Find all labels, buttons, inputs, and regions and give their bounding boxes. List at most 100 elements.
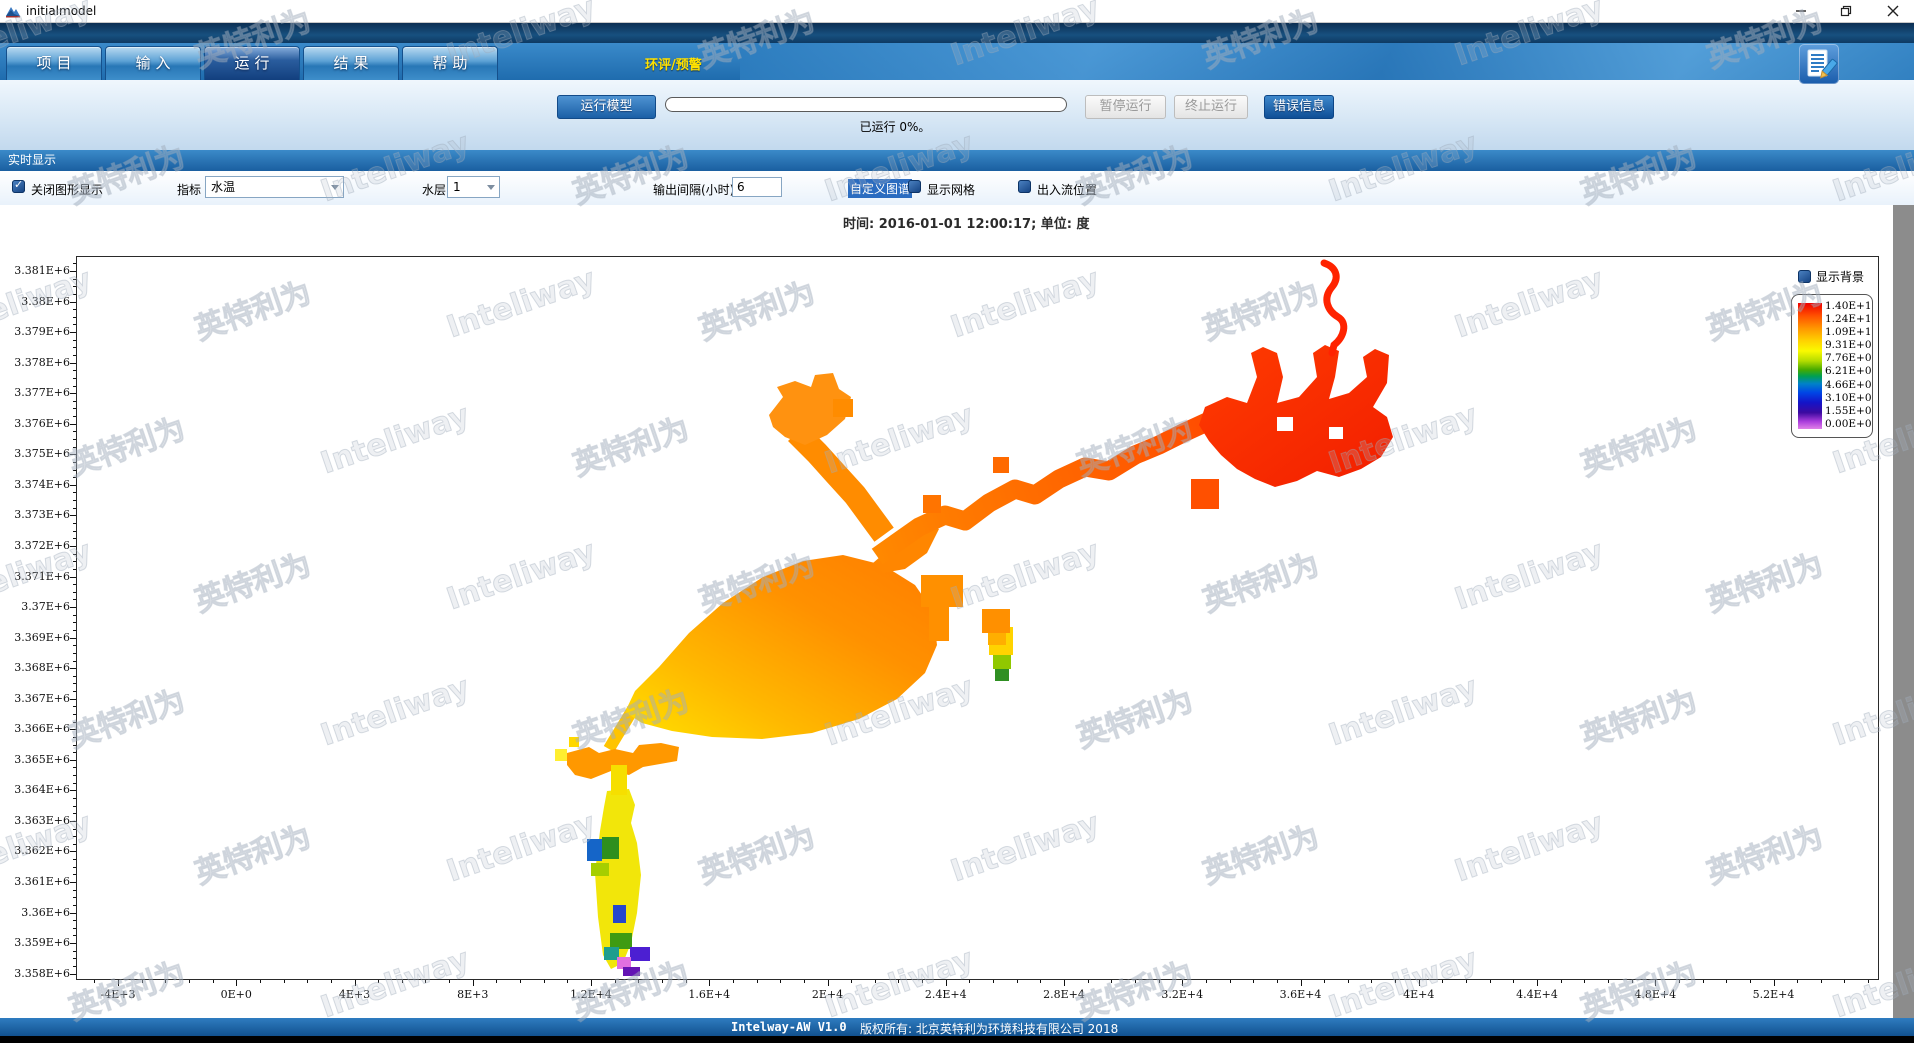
legend-value: 1.24E+1	[1825, 313, 1872, 326]
tick-mark	[73, 538, 76, 539]
y-tick-label: 3.373E+6	[2, 508, 70, 521]
tick-mark	[73, 783, 76, 784]
menu-tab-4[interactable]: 结果	[303, 46, 399, 80]
tick-mark	[73, 722, 76, 723]
tick-mark	[70, 424, 76, 425]
run-model-button[interactable]: 运行模型	[557, 95, 656, 119]
tick-mark	[73, 447, 76, 448]
tick-mark	[1277, 980, 1278, 983]
run-toolbar: 运行模型 已运行 0%。 暂停运行 终止运行 错误信息	[0, 80, 1914, 150]
tick-mark	[70, 638, 76, 639]
show-grid-checkbox[interactable]	[908, 180, 921, 193]
right-gray-strip	[1893, 205, 1914, 1018]
run-status-text: 已运行 0%。	[790, 118, 1000, 135]
pause-run-button[interactable]: 暂停运行	[1085, 95, 1166, 119]
title-bar: initialmodel	[0, 0, 1914, 23]
tick-mark	[496, 980, 497, 983]
layer-select[interactable]: 1	[447, 176, 500, 198]
tick-mark	[73, 286, 76, 287]
tick-mark	[425, 980, 426, 983]
y-tick-label: 3.375E+6	[2, 447, 70, 460]
menu-tab-1[interactable]: 项目	[6, 46, 102, 80]
menu-tab-5[interactable]: 帮助	[402, 46, 498, 80]
tick-mark	[70, 454, 76, 455]
tick-mark	[70, 485, 76, 486]
custom-spectrum-button[interactable]: 自定义图谱	[848, 179, 912, 198]
tick-mark	[73, 905, 76, 906]
tick-mark	[142, 980, 143, 983]
tick-mark	[70, 699, 76, 700]
tick-mark	[165, 980, 166, 983]
tick-mark	[709, 980, 710, 986]
notes-edit-icon[interactable]	[1799, 44, 1839, 84]
restore-button[interactable]	[1831, 0, 1861, 21]
menu-bar: 项目输入运行结果帮助 环评/预警	[0, 43, 1914, 80]
close-button[interactable]	[1878, 0, 1908, 21]
tab-env-warning[interactable]: 环评/预警	[645, 54, 702, 73]
tick-mark	[284, 980, 285, 983]
tick-mark	[70, 515, 76, 516]
tick-mark	[1466, 980, 1467, 983]
tick-mark	[73, 920, 76, 921]
legend-value: 3.10E+0	[1825, 392, 1872, 405]
tick-mark	[73, 958, 76, 959]
tick-mark	[73, 966, 76, 967]
temperature-map	[77, 257, 1878, 979]
tick-mark	[73, 508, 76, 509]
tick-mark	[615, 980, 616, 983]
tick-mark	[520, 980, 521, 983]
tick-mark	[73, 645, 76, 646]
tick-mark	[213, 980, 214, 983]
tick-mark	[73, 706, 76, 707]
tick-mark	[757, 980, 758, 983]
flow-position-checkbox[interactable]	[1018, 180, 1031, 193]
tick-mark	[1017, 980, 1018, 983]
stop-run-button[interactable]: 终止运行	[1174, 95, 1248, 119]
tick-mark	[73, 401, 76, 402]
tick-mark	[70, 882, 76, 883]
tick-mark	[70, 363, 76, 364]
x-tick-label: 4E+4	[1379, 988, 1459, 1001]
tick-mark	[73, 714, 76, 715]
layer-label: 水层	[422, 181, 446, 198]
tick-mark	[1419, 980, 1420, 986]
tick-mark	[73, 745, 76, 746]
tick-mark	[73, 584, 76, 585]
show-grid-label: 显示网格	[927, 181, 975, 198]
tick-mark	[898, 980, 899, 983]
tick-mark	[73, 431, 76, 432]
tick-mark	[73, 829, 76, 830]
tick-mark	[73, 309, 76, 310]
close-graph-checkbox[interactable]	[12, 180, 25, 193]
menu-tab-2[interactable]: 输入	[105, 46, 201, 80]
legend-value: 7.76E+0	[1825, 352, 1872, 365]
tick-mark	[638, 980, 639, 983]
tick-mark	[73, 813, 76, 814]
x-tick-label: 4.4E+4	[1497, 988, 1577, 1001]
indicator-select[interactable]: 水温	[205, 176, 344, 198]
tick-mark	[70, 271, 76, 272]
tick-mark	[73, 477, 76, 478]
tick-mark	[1206, 980, 1207, 983]
legend-value: 4.66E+0	[1825, 379, 1872, 392]
tick-mark	[851, 980, 852, 983]
close-graph-label: 关闭图形显示	[31, 181, 103, 198]
tick-mark	[70, 821, 76, 822]
tick-mark	[1608, 980, 1609, 983]
tick-mark	[1230, 980, 1231, 983]
error-info-button[interactable]: 错误信息	[1264, 95, 1334, 119]
minimize-button[interactable]	[1786, 0, 1816, 21]
interval-input[interactable]	[732, 177, 782, 197]
x-tick-label: 1.2E+4	[551, 988, 631, 1001]
y-tick-label: 3.369E+6	[2, 631, 70, 644]
tick-mark	[402, 980, 403, 983]
show-background-checkbox[interactable]	[1798, 270, 1811, 283]
tick-mark	[1064, 980, 1065, 986]
y-tick-label: 3.372E+6	[2, 539, 70, 552]
tick-mark	[73, 844, 76, 845]
tick-mark	[70, 332, 76, 333]
tick-mark	[1537, 980, 1538, 986]
menu-tab-3[interactable]: 运行	[204, 46, 300, 80]
legend-value: 1.55E+0	[1825, 405, 1872, 418]
x-tick-label: 2.8E+4	[1024, 988, 1104, 1001]
